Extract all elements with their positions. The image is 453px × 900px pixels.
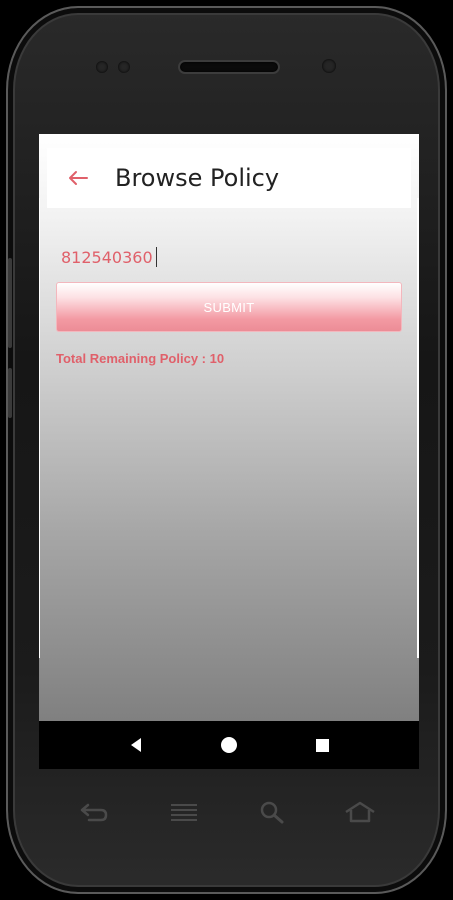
policy-number-input[interactable] [61,246,391,268]
back-button[interactable] [47,148,109,208]
menu-lines-icon [171,804,197,821]
text-caret [156,247,157,267]
nav-home-button[interactable] [209,725,249,765]
remaining-policy-text: Total Remaining Policy : 10 [56,351,225,366]
screen-edge-left [39,198,40,658]
home-house-icon [345,801,375,823]
home-circle-icon [220,737,237,753]
hw-search-key[interactable] [252,794,292,830]
hw-back-key[interactable] [74,794,114,830]
nav-recents-button[interactable] [302,725,342,765]
recents-square-icon [315,738,329,752]
hw-menu-key[interactable] [164,794,204,830]
submit-button[interactable]: SUBMIT [56,282,402,332]
search-icon [260,801,284,824]
app-bar: Browse Policy [47,148,411,208]
return-arrow-icon [80,803,108,822]
system-nav-bar [39,721,419,769]
light-sensor [118,61,130,73]
page-title: Browse Policy [115,164,280,192]
nav-back-button[interactable] [116,725,156,765]
arrow-left-icon [69,171,88,185]
hw-home-key[interactable] [340,794,380,830]
front-camera [322,59,336,73]
proximity-sensor [96,61,108,73]
side-volume-key [8,258,12,348]
hardware-keys [70,794,386,830]
earpiece-speaker [178,60,280,74]
screen-edge-right [417,198,419,658]
back-triangle-icon [130,738,141,752]
app-screen: Browse Policy SUBMIT Total Remaining Pol… [39,134,419,721]
device-stage: Browse Policy SUBMIT Total Remaining Pol… [0,0,453,900]
side-power-key [8,368,12,418]
